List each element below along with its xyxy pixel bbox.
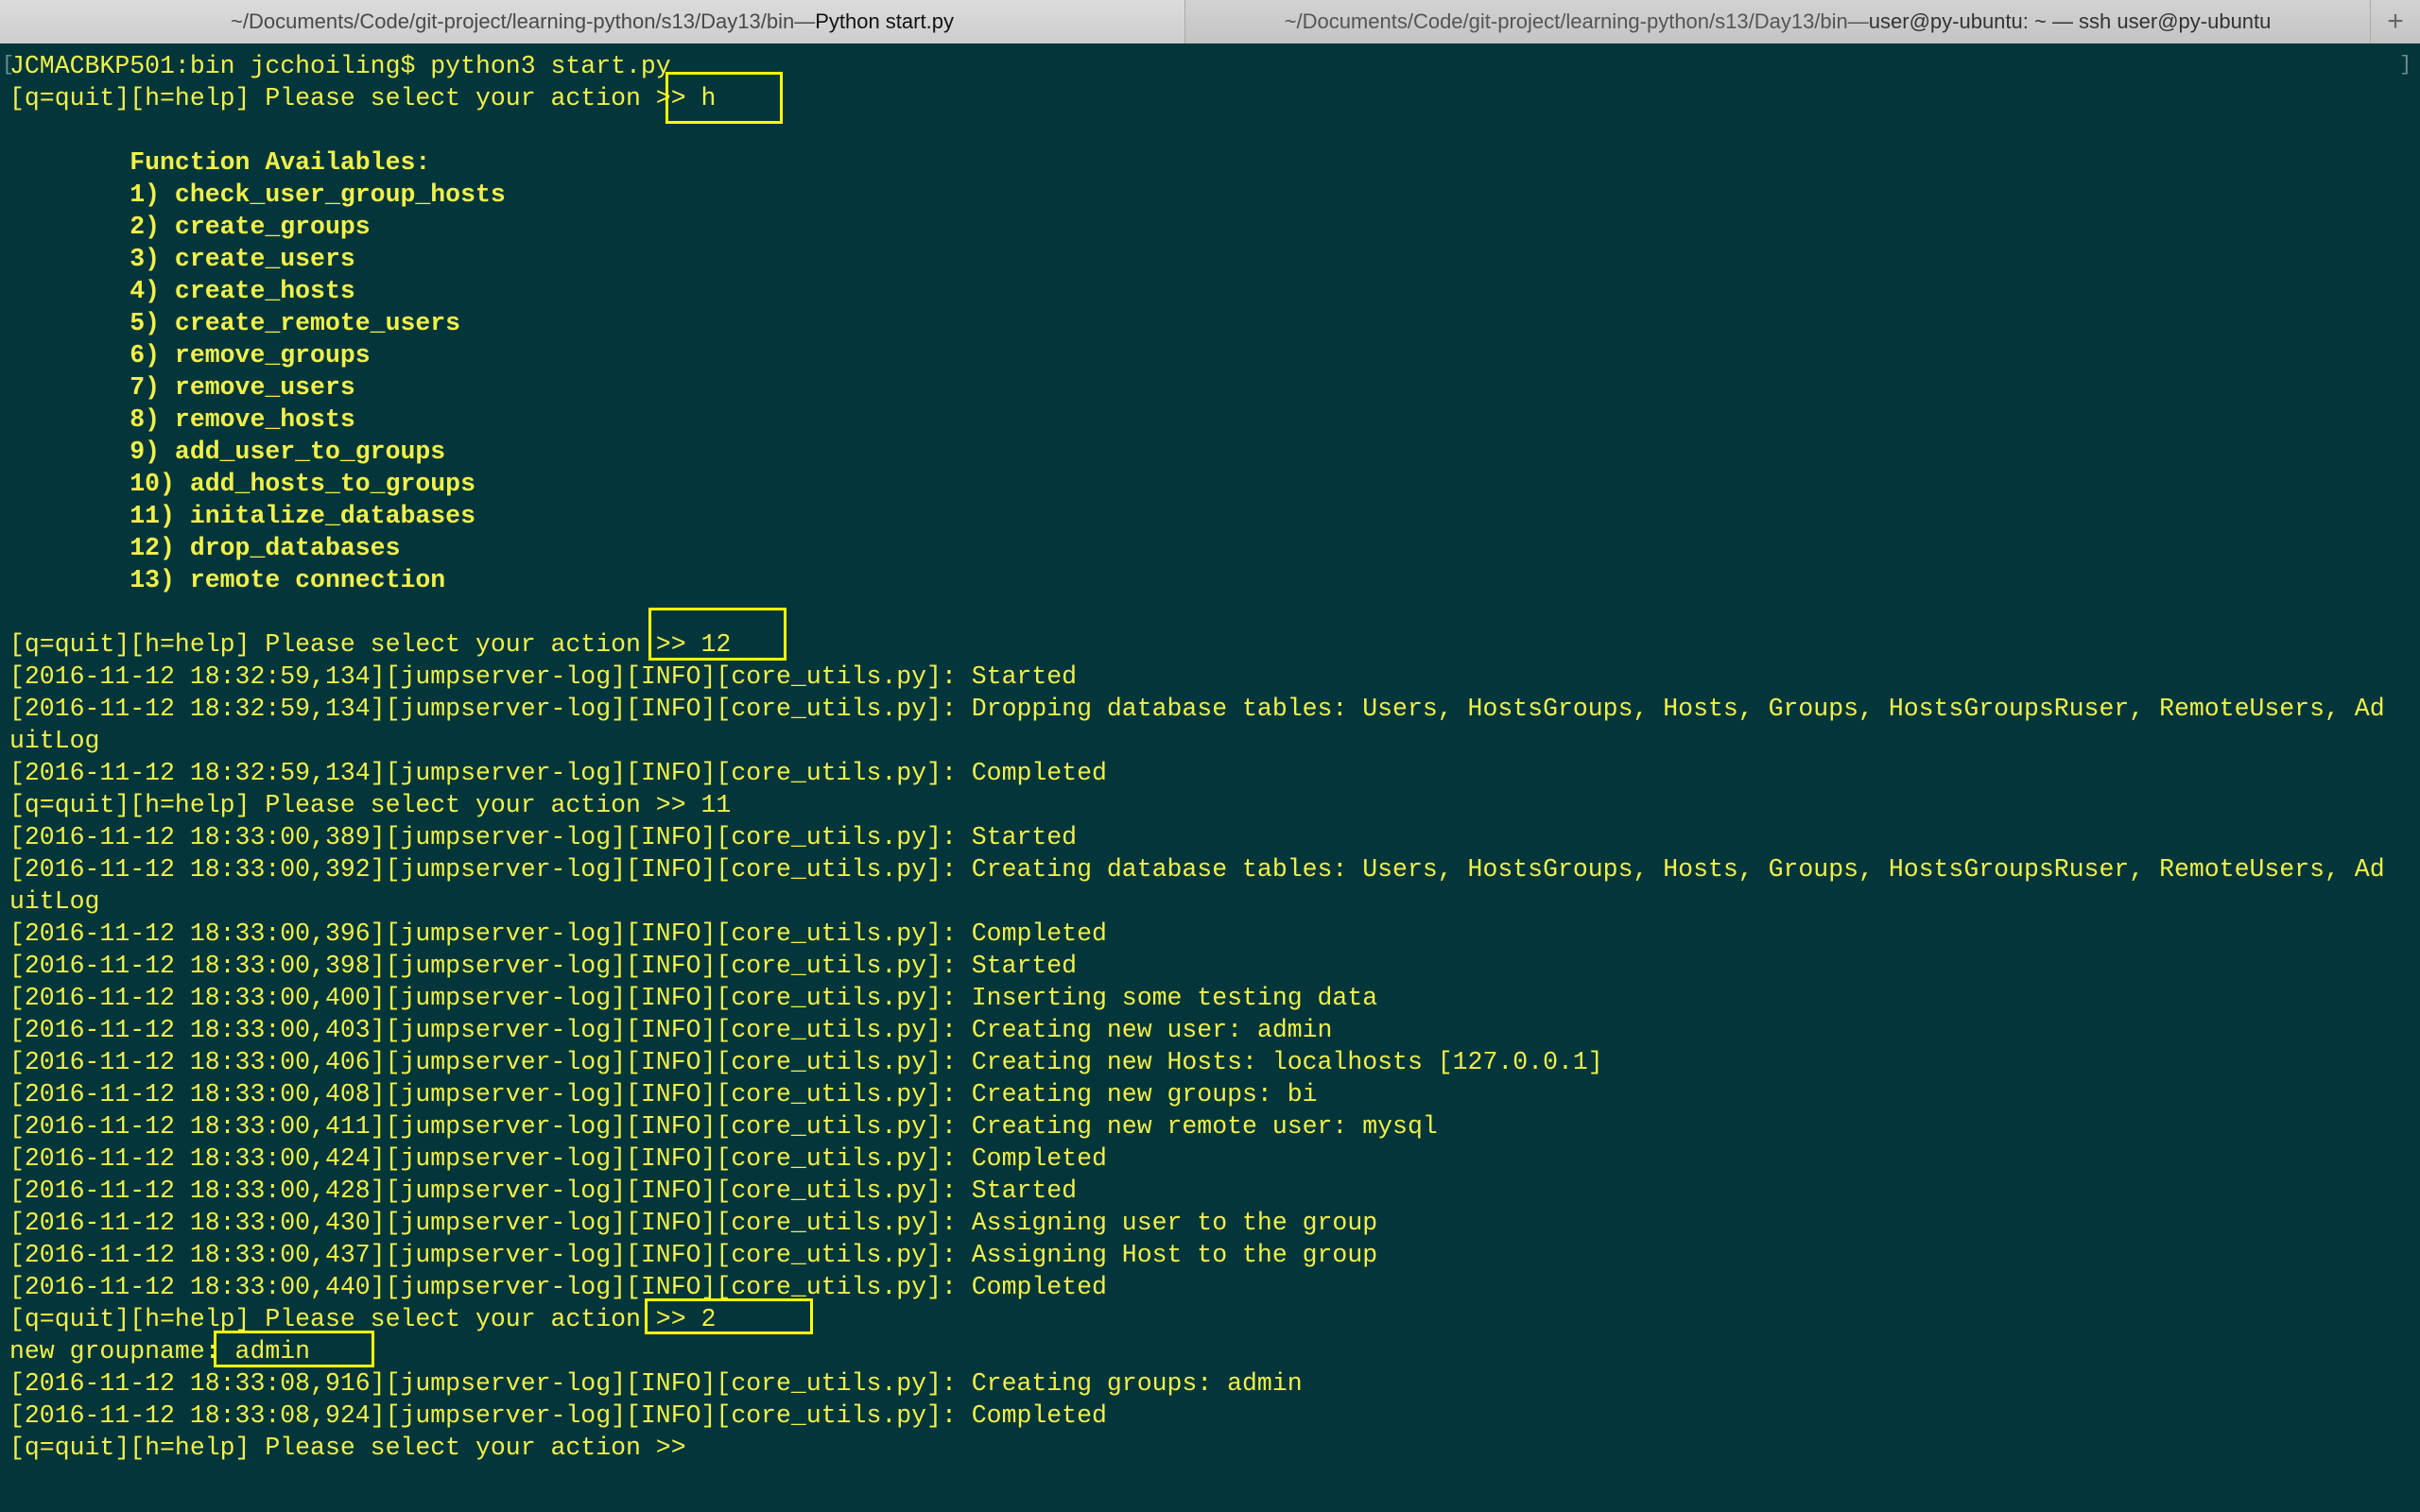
terminal-line: [2016-11-12 18:33:00,437][jumpserver-log…: [9, 1241, 1378, 1269]
terminal-line: 7) remove_users: [9, 373, 355, 402]
terminal-line: [2016-11-12 18:33:00,400][jumpserver-log…: [9, 984, 1378, 1012]
terminal-line: 10) add_hosts_to_groups: [9, 470, 475, 498]
terminal-line: 6) remove_groups: [9, 341, 371, 369]
terminal-line: [2016-11-12 18:33:08,924][jumpserver-log…: [9, 1401, 1107, 1430]
tab-path: ~/Documents/Code/git-project/learning-py…: [231, 9, 795, 33]
new-tab-button[interactable]: +: [2371, 0, 2420, 43]
terminal-window: ~/Documents/Code/git-project/learning-py…: [0, 0, 2420, 1512]
terminal-line: 5) create_remote_users: [9, 309, 461, 337]
tab-bar: ~/Documents/Code/git-project/learning-py…: [0, 0, 2420, 43]
terminal-line: 9) add_user_to_groups: [9, 438, 446, 466]
terminal-line: [2016-11-12 18:33:00,430][jumpserver-log…: [9, 1209, 1378, 1237]
tab-python-start[interactable]: ~/Documents/Code/git-project/learning-py…: [0, 0, 1185, 43]
terminal-line: [2016-11-12 18:33:00,396][jumpserver-log…: [9, 919, 1107, 948]
terminal-line: 4) create_hosts: [9, 277, 355, 305]
terminal-line: [q=quit][h=help] Please select your acti…: [9, 630, 732, 659]
terminal-line: [2016-11-12 18:33:00,411][jumpserver-log…: [9, 1112, 1438, 1141]
terminal-line: [2016-11-12 18:33:00,440][jumpserver-log…: [9, 1273, 1107, 1301]
tab-process: Python start.py: [815, 9, 954, 33]
tab-separator: —: [1847, 9, 1869, 33]
terminal-line: [2016-11-12 18:33:00,424][jumpserver-log…: [9, 1144, 1107, 1173]
terminal-line: [2016-11-12 18:33:00,398][jumpserver-log…: [9, 952, 1078, 980]
terminal-line: [2016-11-12 18:33:00,403][jumpserver-log…: [9, 1016, 1333, 1044]
tab-ssh-ubuntu[interactable]: ~/Documents/Code/git-project/learning-py…: [1185, 0, 2371, 43]
terminal-line: [2016-11-12 18:33:00,389][jumpserver-log…: [9, 823, 1078, 851]
terminal-line: 11) initalize_databases: [9, 502, 475, 530]
tab-separator: —: [794, 9, 816, 33]
terminal-line: uitLog: [9, 887, 100, 916]
terminal-line: Function Availables:: [9, 148, 431, 177]
terminal-line: [q=quit][h=help] Please select your acti…: [9, 791, 732, 819]
terminal-line: [2016-11-12 18:33:00,392][jumpserver-log…: [9, 855, 2385, 884]
terminal-line: 3) create_users: [9, 245, 355, 273]
highlight-box-groupname: [214, 1331, 374, 1367]
terminal-line: [2016-11-12 18:33:00,408][jumpserver-log…: [9, 1080, 1318, 1108]
terminal-line: [2016-11-12 18:33:00,406][jumpserver-log…: [9, 1048, 1603, 1076]
terminal-line: 8) remove_hosts: [9, 405, 355, 434]
terminal-line: [q=quit][h=help] Please select your acti…: [9, 84, 717, 112]
terminal-line: 1) check_user_group_hosts: [9, 180, 506, 209]
terminal-line: 12) drop_databases: [9, 534, 401, 562]
terminal-line: 13) remote connection: [9, 566, 446, 594]
highlight-box-action-h: [666, 72, 783, 124]
plus-icon: +: [2387, 6, 2404, 37]
terminal-line: [2016-11-12 18:32:59,134][jumpserver-log…: [9, 695, 2385, 723]
tab-process: user@py-ubuntu: ~ — ssh user@py-ubuntu: [1868, 9, 2272, 33]
terminal-line: [q=quit][h=help] Please select your acti…: [9, 1434, 686, 1462]
terminal-line: uitLog: [9, 727, 100, 755]
highlight-box-action-2: [645, 1298, 813, 1334]
highlight-box-action-12: [648, 608, 786, 661]
terminal-line: [2016-11-12 18:32:59,134][jumpserver-log…: [9, 662, 1078, 691]
terminal-line: [2016-11-12 18:32:59,134][jumpserver-log…: [9, 759, 1107, 787]
terminal-line: [2016-11-12 18:33:08,916][jumpserver-log…: [9, 1369, 1303, 1398]
terminal-line: JCMACBKP501:bin jcchoiling$ python3 star…: [9, 52, 671, 80]
terminal-output[interactable]: JCMACBKP501:bin jcchoiling$ python3 star…: [9, 50, 2411, 1464]
terminal-line: 2) create_groups: [9, 213, 371, 241]
terminal-line: [2016-11-12 18:33:00,428][jumpserver-log…: [9, 1177, 1078, 1205]
tab-path: ~/Documents/Code/git-project/learning-py…: [1284, 9, 1848, 33]
